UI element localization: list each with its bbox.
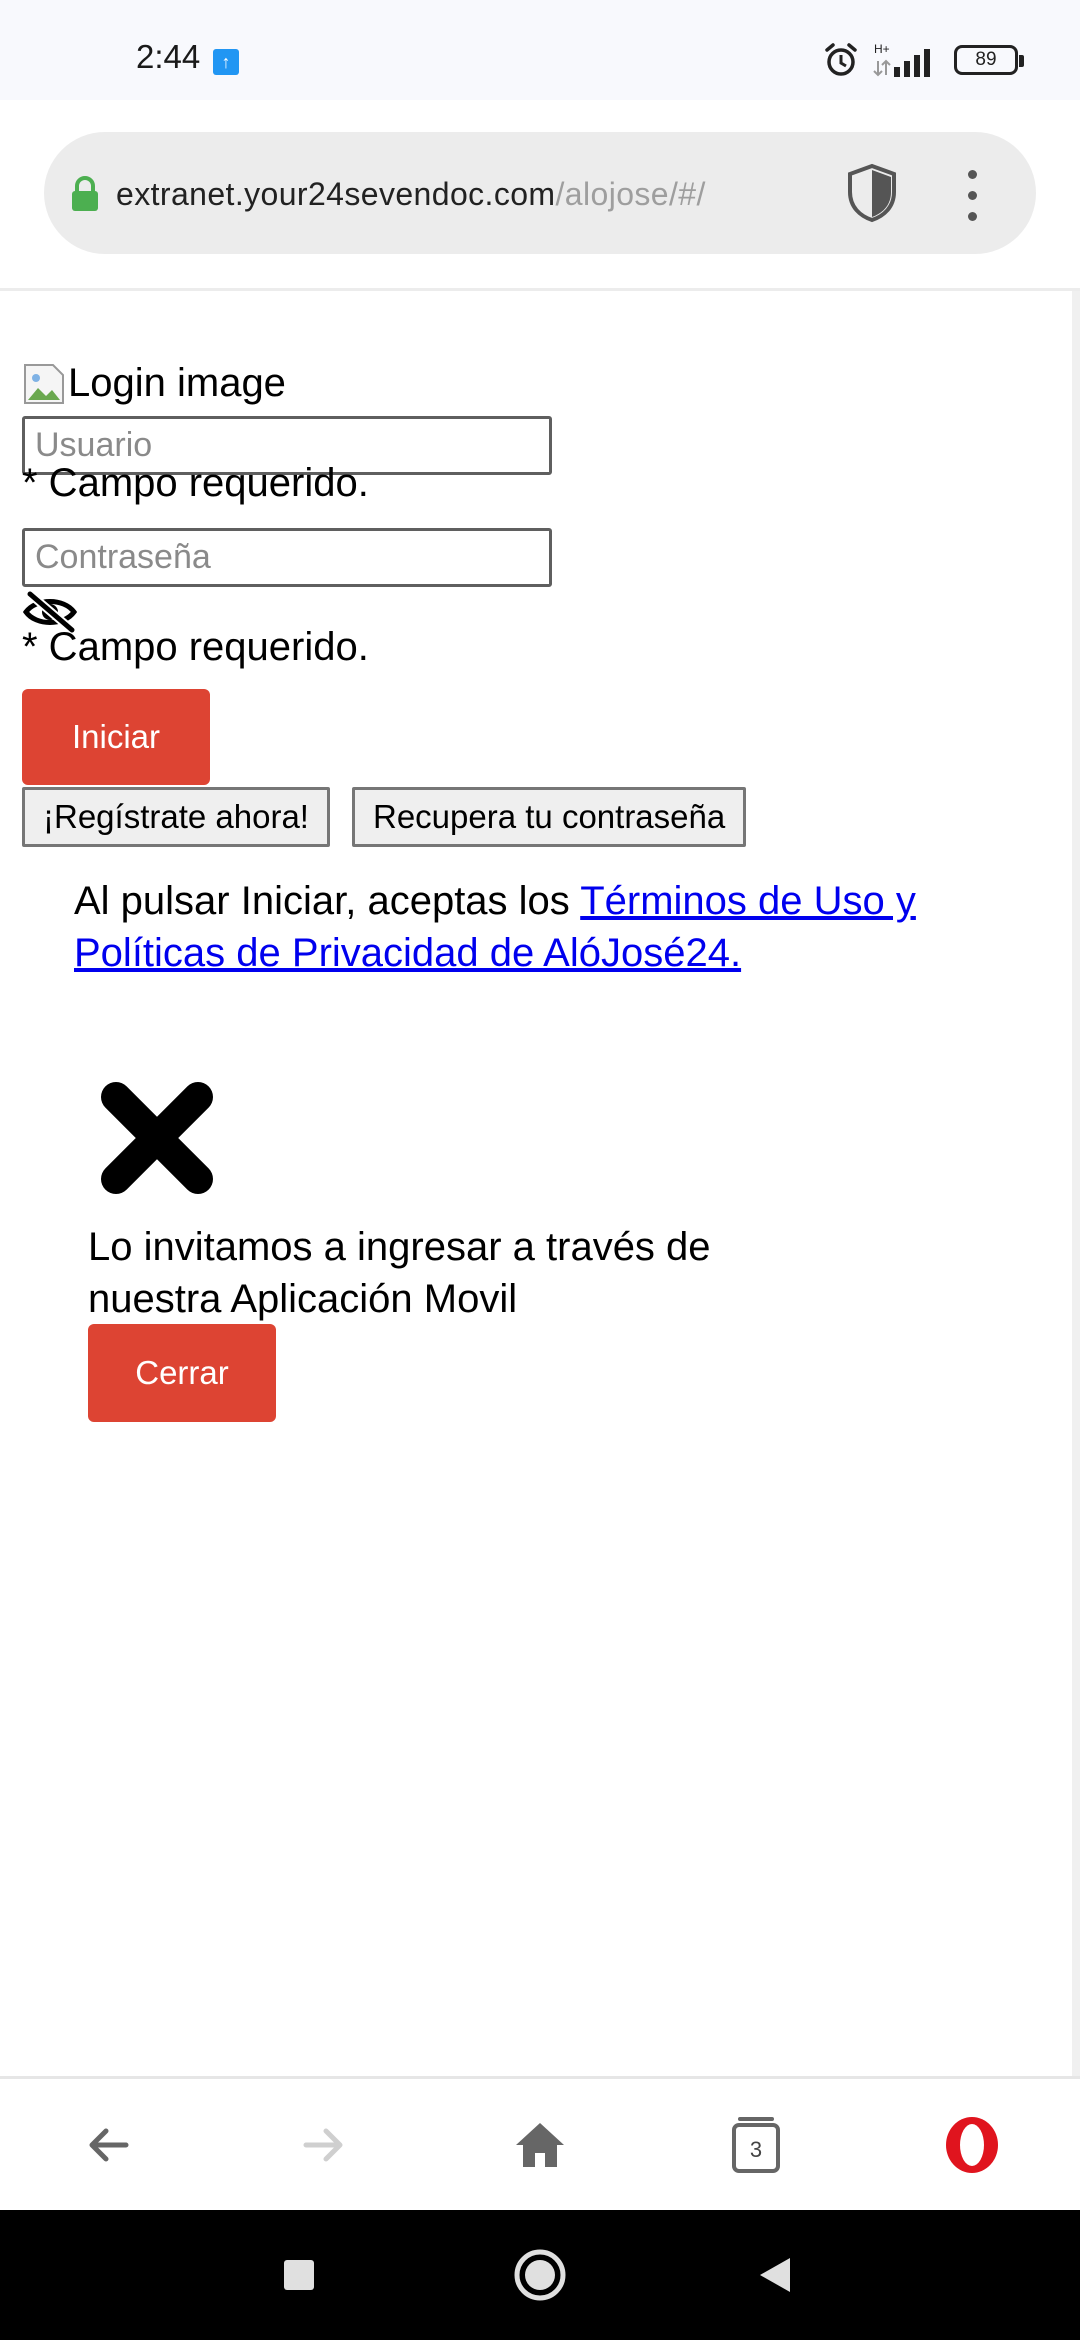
address-bar[interactable]: extranet.your24sevendoc.com/alojose/#/ [44,132,1036,254]
battery-level: 89 [975,49,997,70]
password-input[interactable] [22,528,552,587]
lock-icon [72,176,98,211]
browser-address-area: extranet.your24sevendoc.com/alojose/#/ [0,100,1080,291]
home-icon[interactable] [510,2115,570,2175]
terms-notice: Al pulsar Iniciar, aceptas los Términos … [74,875,1024,979]
battery-icon: 89 [954,45,1024,75]
tabs-button[interactable]: 3 [726,2115,786,2175]
url-path: /alojose/#/ [555,176,706,212]
back-arrow-icon[interactable] [78,2115,138,2175]
home-circle-icon[interactable] [513,2248,567,2302]
register-button[interactable]: ¡Regístrate ahora! [22,787,330,847]
username-required-message: * Campo requerido. [22,461,369,505]
password-required-message: * Campo requerido. [22,625,369,669]
broken-image-icon [24,363,64,404]
network-type-label: H+ [874,42,890,56]
url-text[interactable]: extranet.your24sevendoc.com/alojose/#/ [116,176,706,213]
terms-prefix: Al pulsar Iniciar, aceptas los [74,879,581,923]
opera-menu-icon[interactable] [942,2115,1002,2175]
more-options-icon[interactable] [960,170,984,221]
status-bar: 2:44 ↑ H+ 89 [0,0,1080,100]
status-icons: H+ 89 [822,40,1024,80]
recents-square-icon[interactable] [282,2258,316,2292]
system-navigation-bar [0,2210,1080,2340]
login-image: Login image [22,361,286,406]
close-x-icon[interactable] [96,1077,218,1199]
tab-count: 3 [749,2137,763,2162]
status-time: 2:44 [136,38,201,75]
login-button[interactable]: Iniciar [22,689,210,785]
web-page: Login image * Campo requerido. * Campo r… [0,291,1080,2076]
login-image-alt-text: Login image [68,361,286,405]
close-button[interactable]: Cerrar [88,1324,276,1422]
shield-icon[interactable] [844,162,900,224]
back-triangle-icon[interactable] [756,2256,794,2294]
browser-toolbar: 3 [0,2076,1080,2213]
upload-notification-icon: ↑ [213,49,239,75]
url-host: extranet.your24sevendoc.com [116,176,556,212]
forward-arrow-icon[interactable] [294,2115,354,2175]
alarm-icon [825,43,857,76]
app-invite-message: Lo invitamos a ingresar a través de nues… [88,1225,711,1321]
signal-icon: H+ [873,42,930,77]
recover-password-button[interactable]: Recupera tu contraseña [352,787,747,847]
